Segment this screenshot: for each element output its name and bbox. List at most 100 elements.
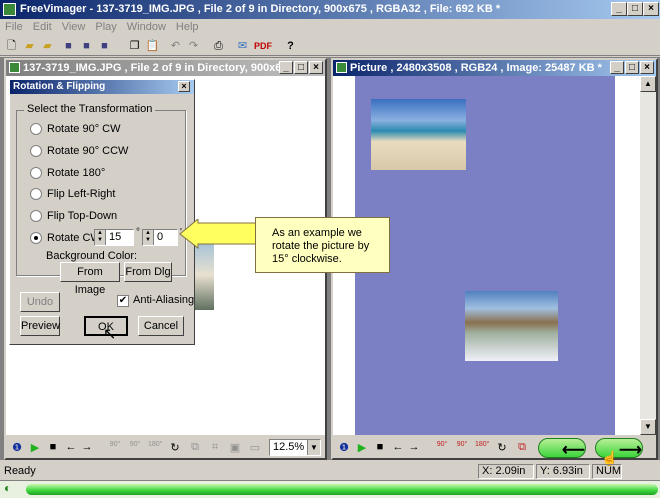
undo-button[interactable]: Undo — [20, 292, 60, 312]
rotate-180-icon[interactable]: 180° — [148, 441, 162, 448]
rotate-free-icon[interactable]: ↻ — [495, 441, 509, 454]
radio-rotate-90-cw[interactable]: Rotate 90° CW — [30, 122, 120, 136]
stop-icon[interactable]: ■ — [373, 441, 387, 453]
rotate-free-icon[interactable]: ↻ — [168, 441, 182, 454]
callout-arrow — [179, 219, 257, 249]
scroll-down-button[interactable]: ▼ — [640, 419, 656, 435]
rotate-degrees-value[interactable]: 15 — [109, 231, 121, 243]
left-window-close-button[interactable]: × — [309, 61, 323, 74]
minimize-button[interactable]: _ — [611, 2, 627, 16]
previous-page-button[interactable]: ⟵ — [538, 438, 586, 459]
pdf-icon[interactable]: PDF — [254, 39, 272, 53]
from-dlg-button[interactable]: From Dlg — [124, 262, 172, 282]
rotate-ccw-icon[interactable]: 90° — [455, 441, 469, 448]
radio-label: Flip Top-Down — [47, 210, 118, 222]
resize-icon[interactable]: ⧉ — [188, 441, 202, 454]
prev-icon[interactable]: ← — [64, 441, 78, 453]
save-as-icon[interactable]: ■ — [79, 39, 94, 53]
radio-flip-top-down[interactable]: Flip Top-Down — [30, 209, 117, 223]
spinner-arrows-icon[interactable]: ▲ ▼ — [143, 230, 154, 245]
right-window-minimize-button[interactable]: _ — [610, 61, 624, 74]
menu-edit[interactable]: Edit — [28, 19, 57, 35]
anti-aliasing-label: Anti-Aliasing — [133, 294, 195, 306]
chevron-down-icon[interactable]: ▼ — [307, 440, 320, 455]
rotate-cw-icon[interactable]: 90° — [108, 441, 122, 448]
redo-icon[interactable]: ↷ — [186, 39, 201, 53]
arrow-left-icon: ⟵ — [562, 442, 585, 459]
vertical-scrollbar[interactable]: ▲ ▼ — [640, 76, 656, 435]
preview-button[interactable]: Preview — [20, 316, 60, 336]
rotate-ccw-icon[interactable]: 90° — [128, 441, 142, 448]
dialog-close-button[interactable]: × — [178, 81, 190, 92]
prev-icon[interactable]: ← — [391, 441, 405, 453]
rotate-minutes-spinner[interactable]: ▲ ▼ 0 — [142, 229, 178, 246]
beach-photo-rotated — [465, 291, 558, 361]
left-window-title-bar: 137-3719_IMG.JPG , File 2 of 9 in Direct… — [6, 60, 325, 76]
callout-text: As an example we rotate the picture by 1… — [272, 227, 370, 265]
play-icon[interactable]: ▶ — [28, 441, 42, 454]
maximize-button[interactable]: □ — [627, 2, 643, 16]
radio-dot — [30, 210, 42, 222]
right-window-maximize-button[interactable]: □ — [625, 61, 639, 74]
progress-strip: ◐ — [0, 480, 660, 498]
rotate-degrees-spinner[interactable]: ▲ ▼ 15 — [94, 229, 134, 246]
save-icon[interactable]: ■ — [61, 39, 76, 53]
rotate-cw-icon[interactable]: 90° — [435, 441, 449, 448]
radio-label: Flip Left-Right — [47, 188, 116, 200]
stop-icon[interactable]: ■ — [46, 441, 60, 453]
menu-play[interactable]: Play — [90, 19, 121, 35]
menu-window[interactable]: Window — [122, 19, 171, 35]
menu-bar: File Edit View Play Window Help — [0, 19, 660, 36]
progress-bar — [26, 484, 658, 495]
play-icon[interactable]: ▶ — [355, 441, 369, 454]
email-icon[interactable]: ✉ — [235, 39, 250, 53]
resize-icon[interactable]: ⧉ — [515, 441, 529, 454]
scroll-up-button[interactable]: ▲ — [640, 76, 656, 92]
app-icon — [3, 3, 16, 16]
checkmark-icon: ✔ — [117, 295, 129, 307]
radio-dot — [30, 167, 42, 179]
left-image-preview — [192, 240, 214, 310]
zoom-select[interactable]: 12.5% ▼ — [269, 439, 321, 456]
arrow-right-icon: ⟶ — [619, 442, 642, 459]
menu-view[interactable]: View — [57, 19, 91, 35]
spinner-arrows-icon[interactable]: ▲ ▼ — [95, 230, 106, 245]
radio-rotate-180[interactable]: Rotate 180° — [30, 166, 105, 180]
right-window-close-button[interactable]: × — [640, 61, 654, 74]
left-window-minimize-button[interactable]: _ — [279, 61, 293, 74]
info-icon[interactable]: ❶ — [337, 441, 351, 454]
right-window-title: Picture , 2480x3508 , RGB24 , Image: 254… — [350, 62, 602, 74]
from-image-button[interactable]: From Image — [60, 262, 120, 296]
next-icon[interactable]: → — [407, 441, 421, 453]
radio-flip-left-right[interactable]: Flip Left-Right — [30, 187, 115, 201]
menu-help[interactable]: Help — [171, 19, 204, 35]
status-x: X: 2.09in — [478, 464, 534, 479]
open-folder-icon[interactable]: ▰ — [40, 39, 55, 53]
radio-dot — [30, 123, 42, 135]
open-icon[interactable]: ▰ — [22, 39, 37, 53]
frame-icon[interactable]: ▣ — [228, 441, 242, 454]
fullscreen-icon[interactable]: ▭ — [248, 441, 262, 454]
left-window-title: 137-3719_IMG.JPG , File 2 of 9 in Direct… — [23, 62, 306, 74]
print-icon[interactable]: ⎙ — [211, 39, 226, 53]
help-icon[interactable]: ? — [283, 39, 298, 53]
save-copy-icon[interactable]: ■ — [97, 39, 112, 53]
radio-label: Rotate 90° CW — [47, 123, 121, 135]
cancel-button[interactable]: Cancel — [138, 316, 184, 336]
left-window-maximize-button[interactable]: □ — [294, 61, 308, 74]
rotate-180-icon[interactable]: 180° — [475, 441, 489, 448]
new-icon[interactable]: 🗋 — [4, 39, 19, 53]
background-color-label: Background Color: — [46, 250, 138, 262]
copy-icon[interactable]: ❐ — [127, 39, 142, 53]
radio-dot-selected — [30, 232, 42, 244]
paste-icon[interactable]: 📋 — [145, 39, 160, 53]
info-icon[interactable]: ❶ — [10, 441, 24, 454]
radio-rotate-cw[interactable]: Rotate CW — [30, 231, 101, 245]
crop-icon[interactable]: ⌗ — [208, 441, 222, 454]
radio-rotate-90-ccw[interactable]: Rotate 90° CCW — [30, 144, 128, 158]
close-button[interactable]: × — [643, 2, 659, 16]
next-icon[interactable]: → — [80, 441, 94, 453]
undo-icon[interactable]: ↶ — [168, 39, 183, 53]
menu-file[interactable]: File — [0, 19, 28, 35]
rotate-minutes-value[interactable]: 0 — [157, 231, 163, 243]
